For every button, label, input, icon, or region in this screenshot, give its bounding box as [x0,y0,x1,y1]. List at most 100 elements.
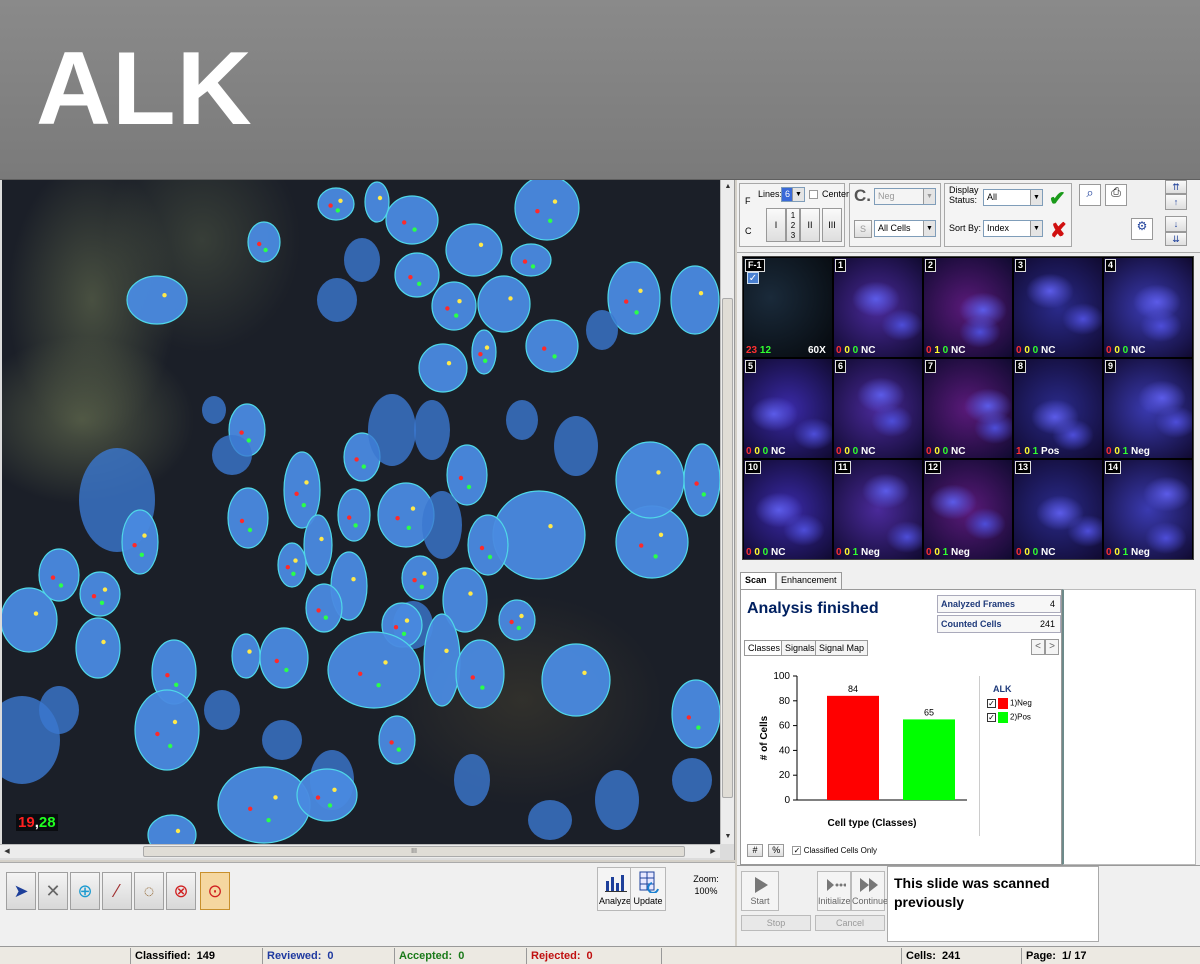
outlined-nucleus[interactable] [121,509,159,575]
next-page-button[interactable]: ↓ [1165,216,1187,232]
outlined-nucleus[interactable] [147,814,197,844]
thumbnail-8[interactable]: 8 1 0 1 Pos [1014,359,1102,458]
nav-prev-button[interactable]: < [1031,639,1045,655]
outlined-nucleus[interactable] [134,689,200,771]
outlined-nucleus[interactable] [277,542,307,588]
thumbnail-6[interactable]: 6 0 0 0 NC [834,359,922,458]
thumbnail-11[interactable]: 11 0 0 1 Neg [834,460,922,559]
nucleus[interactable] [506,400,538,440]
nav-next-button[interactable]: > [1045,639,1059,655]
thumbnail-2[interactable]: 2 0 1 0 NC [924,258,1012,357]
nucleus[interactable] [39,686,79,734]
subtab-signals[interactable]: Signals [781,640,819,656]
outlined-nucleus[interactable] [541,643,611,717]
initialize-button[interactable]: Initialize [817,871,851,911]
outlined-nucleus[interactable] [394,252,440,298]
magic-wand-tool[interactable]: ⁄ [102,872,132,910]
percent-mode-button[interactable]: % [768,844,785,857]
outlined-nucleus[interactable] [303,514,333,576]
subtab-classes[interactable]: Classes [744,640,785,656]
prev-page-button[interactable]: ↑ [1165,194,1187,210]
thumbnail-3[interactable]: 3 0 0 0 NC [1014,258,1102,357]
lines-select[interactable]: 6 ▼ [781,187,805,202]
nucleus[interactable] [595,770,639,830]
outlined-nucleus[interactable] [510,243,552,277]
nucleus[interactable] [454,754,490,806]
outlined-nucleus[interactable] [401,555,439,601]
select-pointer-tool[interactable]: ➤ [6,872,36,910]
outlined-nucleus[interactable] [364,181,390,223]
nucleus[interactable] [204,690,240,730]
first-page-button[interactable]: ⇈ [1165,180,1187,194]
start-button[interactable]: Start [741,871,779,911]
outlined-nucleus[interactable] [514,180,580,241]
nucleus[interactable] [202,396,226,424]
update-button[interactable]: Update [630,867,666,911]
line-option-2[interactable]: II [800,208,820,242]
outlined-nucleus[interactable] [683,443,720,517]
scroll-right-arrow-icon[interactable]: ▶ [706,845,720,859]
thumbnail-4[interactable]: 4 0 0 0 NC [1104,258,1192,357]
outlined-nucleus[interactable] [79,571,121,617]
classified-only-checkbox[interactable]: ✓ [792,846,802,856]
outlined-nucleus[interactable] [671,679,720,749]
outlined-nucleus[interactable] [385,195,439,245]
outlined-nucleus[interactable] [38,548,80,602]
legend-item-neg[interactable]: ✓ 1)Neg [987,698,1032,709]
nucleus[interactable] [422,491,462,559]
nucleus[interactable] [368,394,416,466]
outlined-nucleus[interactable] [670,265,720,335]
center-checkbox[interactable] [809,190,818,199]
thumbnail-9[interactable]: 9 0 0 1 Neg [1104,359,1192,458]
outlined-nucleus[interactable] [217,766,311,844]
vertical-scrollbar[interactable]: ▲ ▼ [720,180,734,844]
nucleus[interactable] [554,416,598,476]
reject-x-icon[interactable]: ✘ [1050,218,1067,243]
outlined-nucleus[interactable] [471,329,497,375]
line-option-1[interactable]: I [766,208,786,242]
line-option-3[interactable]: III [822,208,842,242]
cancel-button[interactable]: Cancel [815,915,885,931]
thumbnail-0[interactable]: F-1 ✓ 23 12 60X [744,258,832,357]
subtab-signal-map[interactable]: Signal Map [815,640,869,656]
count-mode-button[interactable]: # [747,844,763,857]
outlined-nucleus[interactable] [378,715,416,765]
thumbnail-1[interactable]: 1 0 0 0 NC [834,258,922,357]
outlined-nucleus[interactable] [525,319,579,373]
microscope-image[interactable]: 19,28 [2,180,720,844]
nucleus[interactable] [672,758,712,802]
lasso-tool[interactable]: ◌ [134,872,164,910]
settings-button[interactable]: ⚙ [1131,218,1153,240]
legend-checkbox[interactable]: ✓ [987,699,996,708]
outlined-nucleus[interactable] [75,617,121,679]
tab-scan[interactable]: Scan [740,572,776,589]
outlined-nucleus[interactable] [445,223,503,277]
reject-cell-tool[interactable]: ⊗ [166,872,196,910]
outlined-nucleus[interactable] [317,187,355,221]
horizontal-scrollbar[interactable]: ◀ III ▶ [0,844,720,858]
outlined-nucleus[interactable] [126,275,188,325]
outlined-nucleus[interactable] [247,221,281,263]
nucleus[interactable] [212,435,252,475]
outlined-nucleus[interactable] [337,488,371,542]
outlined-nucleus[interactable] [615,441,685,519]
outlined-nucleus[interactable] [231,633,261,679]
nucleus[interactable] [344,238,380,282]
thumbnail-7[interactable]: 7 0 0 0 NC [924,359,1012,458]
tab-enhancement[interactable]: Enhancement [776,572,842,589]
nucleus[interactable] [586,310,618,350]
outlined-nucleus[interactable] [259,627,309,689]
accept-check-icon[interactable]: ✔ [1049,186,1066,211]
outlined-nucleus[interactable] [296,768,358,822]
outlined-nucleus[interactable] [418,343,468,393]
thumbnail-10[interactable]: 10 0 0 0 NC [744,460,832,559]
outlined-nucleus[interactable] [477,275,531,333]
nucleus[interactable] [317,278,357,322]
scroll-down-arrow-icon[interactable]: ▼ [721,830,735,844]
display-status-select[interactable]: All ▼ [983,189,1043,206]
vertical-scroll-thumb[interactable] [722,298,733,798]
print-button[interactable]: ⎙ [1105,184,1127,206]
outlined-nucleus[interactable] [305,583,343,633]
outlined-nucleus[interactable] [423,613,461,707]
scroll-left-arrow-icon[interactable]: ◀ [0,845,14,859]
